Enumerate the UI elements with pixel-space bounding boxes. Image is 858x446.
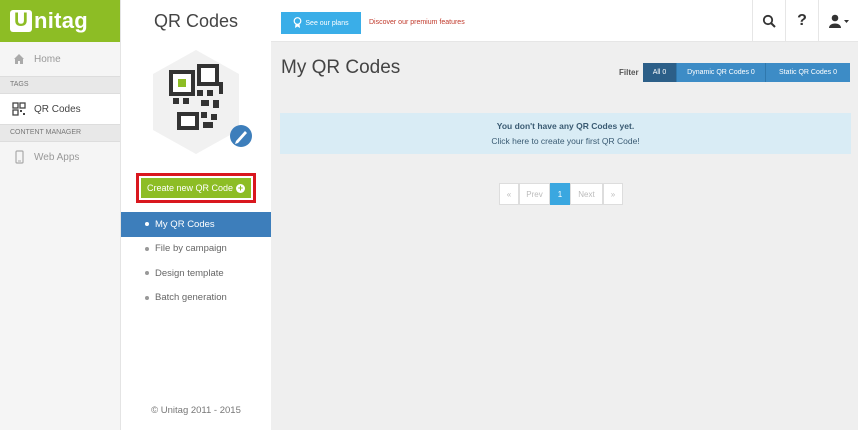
sidebar-item-label: QR Codes — [34, 103, 81, 115]
bottom-strip — [0, 430, 858, 446]
bullet-icon — [145, 271, 149, 276]
logo-text: nitag — [34, 8, 89, 33]
sidebar-item-qr-codes[interactable]: QR Codes — [0, 94, 120, 124]
pager-first[interactable]: « — [499, 183, 519, 205]
user-icon[interactable] — [818, 0, 858, 42]
alert-title: You don't have any QR Codes yet. — [496, 121, 635, 131]
award-icon — [293, 16, 302, 30]
filter-static-button[interactable]: Static QR Codes 0 — [766, 63, 850, 82]
home-icon — [12, 52, 26, 66]
pagination: « Prev 1 Next » — [499, 183, 623, 205]
subnav-my-qr-codes[interactable]: My QR Codes — [121, 212, 271, 237]
sidebar-item-label: Home — [34, 53, 61, 65]
pager-current-page[interactable]: 1 — [550, 183, 570, 205]
subnav-file-by-campaign[interactable]: File by campaign — [121, 237, 271, 262]
main-content: My QR Codes Filter All 0 Dynamic QR Code… — [271, 42, 858, 430]
section-content-manager: CONTENT MANAGER — [0, 124, 120, 142]
panel-title: QR Codes — [153, 10, 239, 31]
qr-subnav: My QR Codes File by campaign Design temp… — [121, 212, 271, 310]
empty-state-alert[interactable]: You don't have any QR Codes yet. Click h… — [280, 113, 851, 154]
qr-icon — [12, 102, 26, 116]
bullet-icon — [145, 246, 149, 251]
premium-link[interactable]: Discover our premium features — [369, 19, 465, 26]
filter-group: All 0 Dynamic QR Codes 0 Static QR Codes… — [643, 63, 850, 82]
pager-next[interactable]: Next — [570, 183, 603, 205]
unitag-logo[interactable]: U nitag — [0, 0, 120, 42]
qr-illustration — [121, 42, 271, 162]
search-icon[interactable] — [752, 0, 785, 42]
plus-circle-icon: + — [236, 182, 246, 193]
see-plans-label: See our plans — [305, 19, 349, 27]
copyright: © Unitag 2011 - 2015 — [151, 405, 241, 416]
filter-label: Filter — [619, 68, 639, 77]
sidebar-item-web-apps[interactable]: Web Apps — [0, 142, 120, 172]
logo-initial: U — [10, 10, 32, 32]
filter-dynamic-button[interactable]: Dynamic QR Codes 0 — [677, 63, 766, 82]
qr-panel: QR Codes Create new QR Code + My QR Code… — [121, 0, 271, 430]
sidebar-item-label: Web Apps — [34, 151, 80, 163]
top-bar: See our plans Discover our premium featu… — [271, 0, 858, 42]
subnav-batch-generation[interactable]: Batch generation — [121, 286, 271, 311]
help-icon[interactable]: ? — [785, 0, 818, 42]
see-plans-button[interactable]: See our plans — [281, 12, 361, 34]
create-first-qr-link[interactable]: Click here to create your first QR Code! — [280, 136, 851, 146]
create-qr-button[interactable]: Create new QR Code + — [136, 173, 256, 203]
create-qr-label: Create new QR Code — [146, 183, 234, 193]
mobile-app-icon — [12, 150, 26, 164]
subnav-design-template[interactable]: Design template — [121, 261, 271, 286]
pager-last[interactable]: » — [603, 183, 623, 205]
bullet-icon — [145, 295, 149, 300]
sidebar-item-home[interactable]: Home — [0, 42, 120, 76]
page-title: My QR Codes — [281, 57, 401, 78]
filter-all-button[interactable]: All 0 — [643, 63, 677, 82]
pager-prev[interactable]: Prev — [519, 183, 550, 205]
bullet-icon — [145, 222, 149, 227]
left-sidebar: U nitag Home TAGS QR Codes CONTENT MANAG… — [0, 0, 121, 430]
section-tags: TAGS — [0, 76, 120, 94]
hexagon-bg — [153, 50, 239, 154]
